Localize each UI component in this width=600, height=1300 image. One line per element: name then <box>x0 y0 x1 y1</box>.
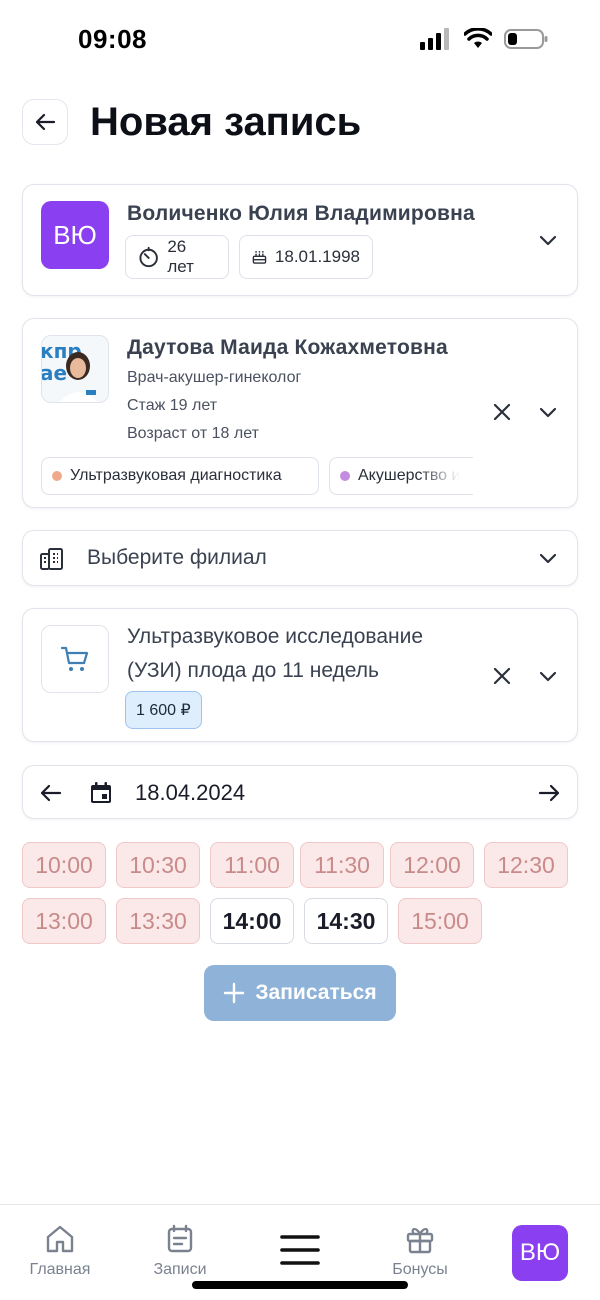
time-slot[interactable]: 14:00 <box>210 898 294 944</box>
tag-dot <box>340 471 350 481</box>
tag-dot <box>52 471 62 481</box>
tab-home[interactable]: Главная <box>28 1223 92 1279</box>
chevron-down-icon[interactable] <box>537 665 559 687</box>
cake-icon <box>252 251 267 264</box>
home-indicator <box>192 1281 408 1289</box>
wifi-icon <box>464 28 492 48</box>
close-icon[interactable] <box>491 665 513 687</box>
tab-appointments[interactable]: Записи <box>150 1223 210 1279</box>
timer-icon <box>139 246 158 268</box>
arrow-left-icon <box>35 113 56 131</box>
doctor-experience: Стаж 19 лет <box>127 397 218 414</box>
branch-placeholder: Выберите филиал <box>87 546 267 569</box>
patient-avatar: ВЮ <box>41 201 109 269</box>
status-time: 09:08 <box>78 24 147 54</box>
tab-appointments-label: Записи <box>153 1261 207 1278</box>
tab-home-label: Главная <box>29 1261 91 1278</box>
signal-icon <box>420 28 449 50</box>
status-bar: 09:08 <box>0 0 600 80</box>
status-icons <box>420 28 548 50</box>
back-button[interactable] <box>22 99 68 145</box>
svg-text:ае: ае <box>42 361 67 385</box>
arrow-right-icon[interactable] <box>537 781 561 805</box>
patient-age-chip: 26 лет <box>125 235 229 279</box>
book-button[interactable]: Записаться <box>204 965 396 1021</box>
time-slot[interactable]: 11:00 <box>210 842 294 888</box>
gift-icon <box>406 1228 434 1254</box>
branch-select[interactable]: Выберите филиал <box>22 530 578 586</box>
doctor-specialty: Врач-акушер-гинеколог <box>127 369 302 386</box>
time-slot[interactable]: 13:30 <box>116 898 200 944</box>
chevron-down-icon[interactable] <box>537 401 559 423</box>
specialty-tag[interactable]: Ультразвуковая диагностика <box>41 457 319 495</box>
book-button-label: Записаться <box>255 981 377 1004</box>
time-slot[interactable]: 13:00 <box>22 898 106 944</box>
menu-icon[interactable] <box>280 1233 320 1267</box>
profile-avatar[interactable]: ВЮ <box>512 1225 568 1281</box>
service-name-line2: (УЗИ) плода до 11 недель <box>127 659 379 682</box>
time-slot[interactable]: 12:30 <box>484 842 568 888</box>
plus-icon <box>224 982 245 1004</box>
patient-age: 26 лет <box>167 237 194 276</box>
price-badge: 1 600 ₽ <box>125 691 202 729</box>
doctor-age-limit: Возраст от 18 лет <box>127 425 259 442</box>
doctor-photo: кпр ае <box>41 335 109 403</box>
chevron-down-icon[interactable] <box>537 547 559 569</box>
time-slot[interactable]: 10:30 <box>116 842 200 888</box>
selected-date[interactable]: 18.04.2024 <box>135 780 245 806</box>
home-icon <box>46 1225 74 1253</box>
specialty-tag[interactable]: Акушерство и <box>329 457 473 495</box>
service-card[interactable]: Ультразвуковое исследование (УЗИ) плода … <box>22 608 578 742</box>
battery-icon <box>504 29 548 49</box>
specialty-tag-label: Акушерство и <box>358 467 461 484</box>
building-icon <box>40 548 63 570</box>
time-slot[interactable]: 12:00 <box>390 842 474 888</box>
arrow-left-icon[interactable] <box>39 781 63 805</box>
tab-bonuses[interactable]: Бонусы <box>388 1223 452 1279</box>
time-slot[interactable]: 10:00 <box>22 842 106 888</box>
date-picker: 18.04.2024 <box>22 765 578 819</box>
time-slot[interactable]: 14:30 <box>304 898 388 944</box>
patient-name: Воличенко Юлия Владимировна <box>127 202 475 225</box>
tab-bonuses-label: Бонусы <box>392 1261 448 1278</box>
chevron-down-icon[interactable] <box>537 229 559 251</box>
service-name-line1: Ультразвуковое исследование <box>127 625 424 648</box>
patient-birthdate: 18.01.1998 <box>274 247 360 266</box>
specialty-tag-label: Ультразвуковая диагностика <box>70 467 282 484</box>
time-slot[interactable]: 11:30 <box>300 842 384 888</box>
cart-icon <box>60 646 89 671</box>
calendar-list-icon <box>167 1224 193 1253</box>
time-slot[interactable]: 15:00 <box>398 898 482 944</box>
close-icon[interactable] <box>491 401 513 423</box>
calendar-icon[interactable] <box>89 781 113 805</box>
patient-card[interactable]: ВЮ Воличенко Юлия Владимировна 26 лет 18… <box>22 184 578 296</box>
cart-icon-box <box>41 625 109 693</box>
page-title: Новая запись <box>90 99 362 144</box>
header: Новая запись <box>22 98 578 146</box>
doctor-name: Даутова Маида Кожахметовна <box>127 336 448 359</box>
patient-birthdate-chip: 18.01.1998 <box>239 235 373 279</box>
doctor-card[interactable]: кпр ае Даутова Маида Кожахметовна Врач-а… <box>22 318 578 508</box>
